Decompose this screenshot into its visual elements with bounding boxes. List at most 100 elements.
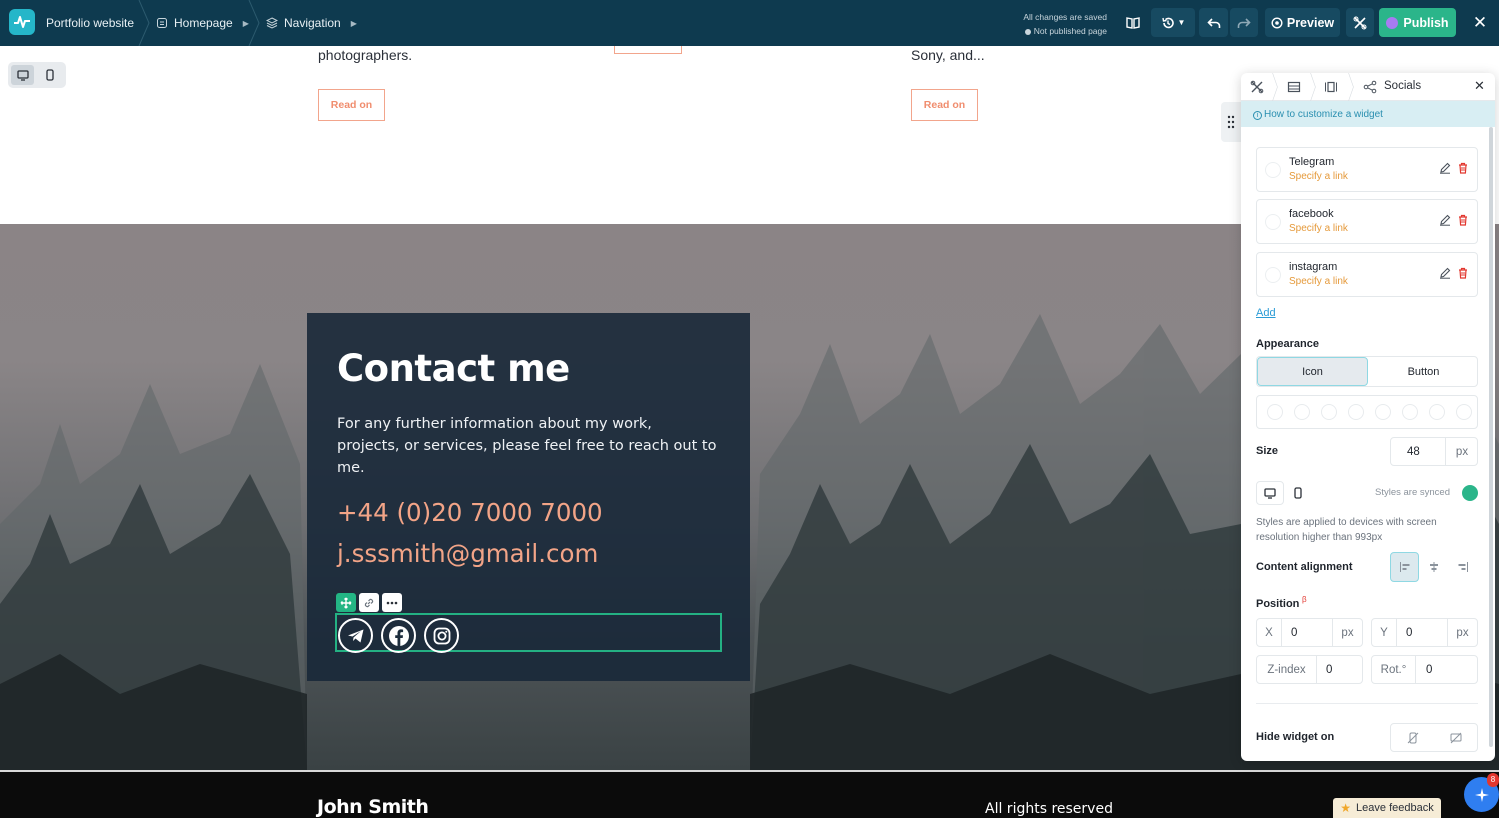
edit-icon[interactable] (1439, 267, 1451, 279)
position-y-unit: px (1447, 619, 1477, 646)
help-link[interactable]: i How to customize a widget (1241, 101, 1495, 127)
mobile-styles-tab[interactable] (1284, 481, 1312, 505)
align-center-button[interactable] (1419, 552, 1448, 582)
breadcrumb-homepage[interactable]: Homepage ▶ (156, 0, 249, 46)
preview-button[interactable]: Preview (1265, 8, 1340, 37)
facebook-icon[interactable] (381, 618, 416, 653)
x-icon[interactable] (1294, 404, 1310, 420)
edit-icon[interactable] (1439, 162, 1451, 174)
position-y-label: Y (1372, 619, 1397, 646)
status-dot-icon (1024, 28, 1031, 35)
linkedin-icon[interactable] (1429, 404, 1445, 420)
delete-icon[interactable] (1457, 162, 1469, 174)
facebook-icon (1265, 214, 1281, 230)
drag-grip-icon (1227, 115, 1235, 129)
site-name[interactable]: Portfolio website (46, 0, 134, 46)
breadcrumb-navigation[interactable]: Navigation ▶ (266, 0, 357, 46)
social-link-item[interactable]: instagram Specify a link (1256, 252, 1478, 297)
mobile-view-button[interactable] (38, 65, 61, 85)
hide-on-mobile-button[interactable] (1391, 724, 1434, 751)
z-index-label: Z-index (1257, 656, 1317, 683)
z-index-input[interactable]: Z-index 0 (1256, 655, 1363, 684)
desktop-styles-tab[interactable] (1256, 481, 1284, 505)
add-social-link-button[interactable]: Add (1256, 307, 1276, 319)
footer-rights: All rights reserved (985, 801, 1113, 817)
history-button[interactable]: ▼ (1151, 8, 1195, 37)
appearance-button-option[interactable]: Button (1368, 357, 1479, 386)
close-panel-button[interactable]: ✕ (1474, 78, 1485, 94)
socials-widget-selected[interactable] (335, 613, 722, 653)
style-device-tabs (1256, 481, 1312, 505)
position-x-input[interactable]: X 0 px (1256, 618, 1363, 647)
desktop-view-button[interactable] (11, 65, 34, 85)
panel-header: Socials ✕ (1241, 73, 1495, 101)
instagram-icon (1265, 267, 1281, 283)
columns-icon[interactable] (1324, 80, 1338, 94)
align-left-button[interactable] (1390, 552, 1420, 582)
appearance-icon-option[interactable]: Icon (1257, 357, 1368, 386)
align-right-button[interactable] (1449, 552, 1478, 582)
appearance-heading: Appearance (1256, 338, 1319, 350)
content-alignment-heading: Content alignment (1256, 561, 1353, 573)
instagram-icon[interactable] (1375, 404, 1391, 420)
telegram-icon[interactable] (338, 618, 373, 653)
youtube-icon[interactable] (1402, 404, 1418, 420)
size-input[interactable]: 48 px (1390, 437, 1478, 466)
contact-email[interactable]: j.sssmith@gmail.com (337, 539, 598, 568)
facebook-icon[interactable] (1267, 404, 1283, 420)
panel-scrollbar[interactable] (1489, 127, 1493, 747)
article-text-fragment: photographers. (318, 47, 413, 63)
publish-button[interactable]: Publish (1379, 8, 1456, 37)
delete-icon[interactable] (1457, 267, 1469, 279)
panel-drag-handle[interactable] (1221, 102, 1241, 142)
tools-button[interactable] (1346, 8, 1374, 37)
guide-button[interactable] (1120, 8, 1146, 37)
size-heading: Size (1256, 445, 1279, 457)
size-value: 48 (1407, 446, 1420, 458)
panel-divider (1256, 703, 1478, 704)
sync-icon[interactable] (1462, 485, 1478, 501)
telegram-icon (1265, 162, 1281, 178)
content-alignment-group (1390, 552, 1478, 582)
rotation-label: Rot.° (1372, 656, 1416, 683)
read-on-button-partial[interactable] (614, 46, 682, 54)
notification-badge: 8 (1487, 773, 1499, 787)
widget-link-button[interactable] (359, 593, 379, 612)
position-x-unit: px (1332, 619, 1362, 646)
save-status: All changes are saved Not published page (1023, 10, 1107, 38)
whatsapp-icon[interactable] (1456, 404, 1472, 420)
position-x-label: X (1257, 619, 1282, 646)
widget-more-button[interactable] (382, 593, 402, 612)
social-link-item[interactable]: facebook Specify a link (1256, 199, 1478, 244)
undo-button[interactable] (1199, 8, 1228, 37)
social-link-item[interactable]: Telegram Specify a link (1256, 147, 1478, 192)
redo-button[interactable] (1230, 8, 1258, 37)
publish-status-text: Not published page (1033, 26, 1107, 36)
read-on-button[interactable]: Read on (318, 89, 385, 121)
app-logo-icon[interactable] (9, 9, 35, 35)
desktop-icon (1264, 487, 1276, 499)
rotation-input[interactable]: Rot.° 0 (1371, 655, 1478, 684)
telegram-icon[interactable] (1321, 404, 1337, 420)
breadcrumb-separator (248, 0, 260, 46)
position-y-input[interactable]: Y 0 px (1371, 618, 1478, 647)
instagram-icon[interactable] (424, 618, 459, 653)
undo-icon (1206, 17, 1220, 28)
hide-widget-group (1390, 723, 1478, 752)
tiktok-icon[interactable] (1348, 404, 1364, 420)
close-icon: ✕ (1472, 12, 1488, 32)
hide-on-desktop-button[interactable] (1434, 724, 1477, 751)
leave-feedback-button[interactable]: ★ Leave feedback (1333, 798, 1441, 818)
star-icon: ★ (1340, 801, 1352, 815)
contact-phone[interactable]: +44 (0)20 7000 7000 (337, 498, 603, 527)
close-editor-button[interactable]: ✕ (1466, 8, 1494, 37)
read-on-button[interactable]: Read on (911, 89, 978, 121)
move-widget-button[interactable] (336, 593, 356, 612)
section-icon[interactable] (1287, 80, 1301, 94)
page-footer: John Smith All rights reserved (0, 770, 1499, 818)
delete-icon[interactable] (1457, 214, 1469, 226)
social-link-name: facebook (1289, 208, 1334, 220)
edit-icon[interactable] (1439, 214, 1451, 226)
tools-icon[interactable] (1250, 80, 1264, 94)
icon-style-picker (1256, 395, 1478, 429)
